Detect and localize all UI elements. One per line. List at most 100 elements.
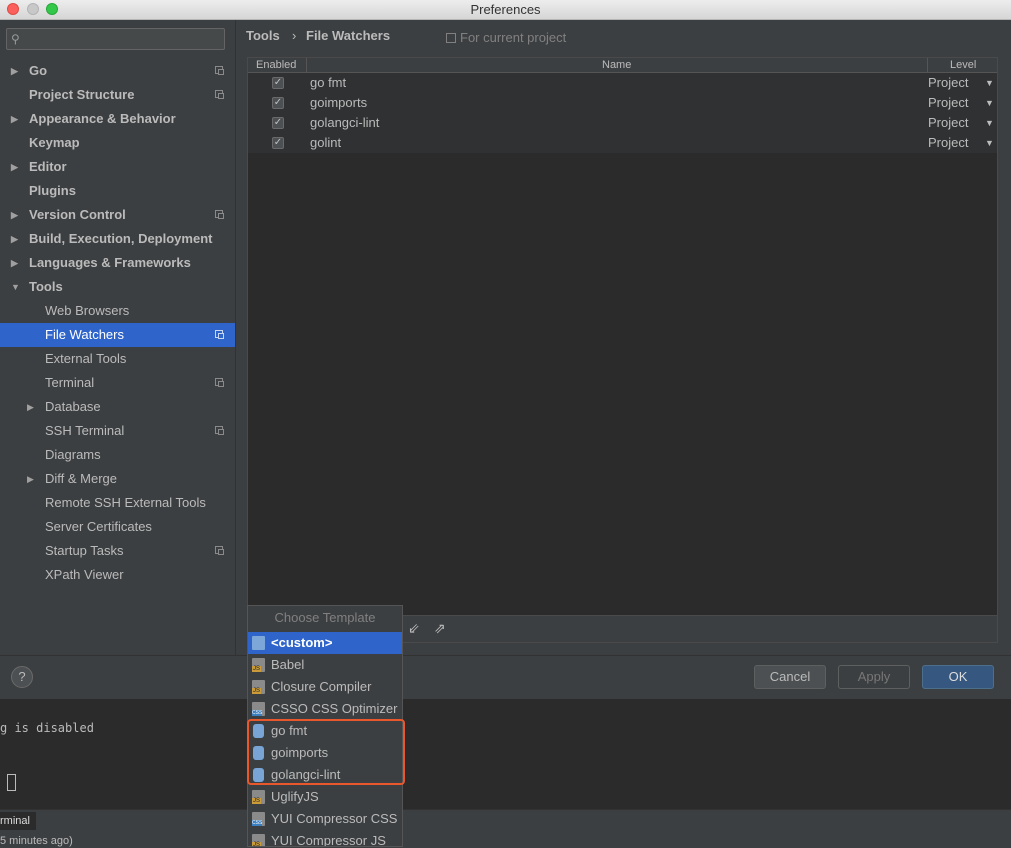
- template-item[interactable]: YUI Compressor CSS: [248, 808, 402, 830]
- sidebar-item-appearance-behavior[interactable]: ▶ Appearance & Behavior: [0, 107, 235, 131]
- sidebar-item-xpath-viewer[interactable]: XPath Viewer: [0, 563, 235, 587]
- sidebar-item-project-structure[interactable]: Project Structure: [0, 83, 235, 107]
- breadcrumb-parent[interactable]: Tools: [246, 28, 280, 43]
- chevron-down-icon[interactable]: ▼: [985, 113, 994, 133]
- sidebar-item-diff-merge[interactable]: ▶ Diff & Merge: [0, 467, 235, 491]
- sidebar-item-database[interactable]: ▶ Database: [0, 395, 235, 419]
- settings-search-input[interactable]: ⚲: [6, 28, 225, 50]
- chevron-right-icon[interactable]: ▶: [11, 155, 21, 179]
- sidebar-item-label: Startup Tasks: [45, 543, 124, 558]
- apply-button[interactable]: Apply: [838, 665, 910, 689]
- js-file-icon: [252, 790, 265, 804]
- template-item[interactable]: Babel: [248, 654, 402, 676]
- sidebar-item-version-control[interactable]: ▶ Version Control: [0, 203, 235, 227]
- watcher-level[interactable]: Project: [928, 113, 968, 133]
- sidebar-item-editor[interactable]: ▶ Editor: [0, 155, 235, 179]
- sidebar-item-label: Remote SSH External Tools: [45, 495, 206, 510]
- template-label: goimports: [271, 745, 329, 760]
- sidebar-item-languages-frameworks[interactable]: ▶ Languages & Frameworks: [0, 251, 235, 275]
- ok-button[interactable]: OK: [922, 665, 994, 689]
- sidebar-item-file-watchers[interactable]: File Watchers: [0, 323, 235, 347]
- template-label: YUI Compressor CSS: [271, 811, 398, 826]
- template-item[interactable]: CSSO CSS Optimizer: [248, 698, 402, 720]
- project-scope-icon: [215, 90, 224, 99]
- sidebar-item-keymap[interactable]: Keymap: [0, 131, 235, 155]
- sidebar-item-startup-tasks[interactable]: Startup Tasks: [0, 539, 235, 563]
- chevron-right-icon[interactable]: ▶: [11, 203, 21, 227]
- sidebar-item-tools[interactable]: ▼ Tools: [0, 275, 235, 299]
- sidebar-item-terminal[interactable]: Terminal: [0, 371, 235, 395]
- help-button[interactable]: ?: [11, 666, 33, 688]
- header-enabled[interactable]: Enabled: [256, 58, 296, 72]
- go-file-icon: [253, 746, 264, 760]
- chevron-down-icon[interactable]: ▼: [11, 275, 21, 299]
- enabled-checkbox[interactable]: ✓: [272, 77, 284, 89]
- chevron-down-icon[interactable]: ▼: [985, 133, 994, 153]
- js-file-icon: [252, 680, 265, 694]
- sidebar-item-label: Terminal: [45, 375, 95, 390]
- scope-label: For current project: [446, 30, 566, 45]
- sidebar-item-go[interactable]: ▶ Go: [0, 59, 235, 83]
- chevron-right-icon[interactable]: ▶: [11, 107, 21, 131]
- popup-title: Choose Template: [274, 610, 376, 625]
- chevron-right-icon[interactable]: ▶: [27, 395, 37, 419]
- export-icon[interactable]: ⇗: [434, 620, 446, 637]
- search-icon: ⚲: [11, 32, 20, 46]
- go-file-icon: [253, 768, 264, 782]
- header-level[interactable]: Level: [950, 58, 976, 72]
- project-scope-icon: [446, 32, 456, 43]
- css-file-icon: [252, 812, 265, 826]
- table-header: Enabled Name Level: [248, 58, 997, 73]
- watchers-table: Enabled Name Level ✓ go fmt Project ▼ ✓ goimp…: [247, 57, 998, 643]
- sidebar-item-remote-ssh-external-tools[interactable]: Remote SSH External Tools: [0, 491, 235, 515]
- chevron-right-icon[interactable]: ▶: [27, 467, 37, 491]
- terminal-tab[interactable]: rminal: [0, 812, 36, 830]
- sidebar-item-diagrams[interactable]: Diagrams: [0, 443, 235, 467]
- watcher-level[interactable]: Project: [928, 133, 968, 153]
- scope-text: For current project: [460, 30, 567, 45]
- table-row[interactable]: ✓ go fmt Project ▼: [248, 73, 997, 93]
- watcher-name: golint: [310, 135, 342, 150]
- chevron-right-icon[interactable]: ▶: [11, 59, 21, 83]
- header-name[interactable]: Name: [602, 58, 631, 72]
- watcher-name: golangci-lint: [310, 115, 380, 130]
- sidebar-item-label: SSH Terminal: [45, 423, 125, 438]
- template-label: golangci-lint: [271, 767, 341, 782]
- template-item[interactable]: <custom>: [248, 632, 402, 654]
- template-item[interactable]: goimports: [248, 742, 402, 764]
- sidebar-item-label: Project Structure: [29, 87, 135, 102]
- sidebar-item-label: Diagrams: [45, 447, 101, 462]
- chevron-right-icon[interactable]: ▶: [11, 251, 21, 275]
- project-scope-icon: [215, 330, 224, 339]
- sidebar-item-web-browsers[interactable]: Web Browsers: [0, 299, 235, 323]
- watcher-level[interactable]: Project: [928, 73, 968, 93]
- sidebar-item-label: Editor: [29, 159, 67, 174]
- sidebar-item-label: Go: [29, 63, 48, 78]
- sidebar-item-plugins[interactable]: Plugins: [0, 179, 235, 203]
- template-label: Babel: [271, 657, 305, 672]
- table-row[interactable]: ✓ golangci-lint Project ▼: [248, 113, 997, 133]
- template-item[interactable]: YUI Compressor JS: [248, 830, 402, 846]
- import-icon[interactable]: ⇙: [408, 620, 420, 637]
- dialog-button-bar: ? Cancel Apply OK: [0, 655, 1011, 699]
- sidebar-item-ssh-terminal[interactable]: SSH Terminal: [0, 419, 235, 443]
- template-item[interactable]: go fmt: [248, 720, 402, 742]
- project-scope-icon: [215, 66, 224, 75]
- sidebar-item-server-certificates[interactable]: Server Certificates: [0, 515, 235, 539]
- chevron-right-icon[interactable]: ▶: [11, 227, 21, 251]
- sidebar-item-label: Server Certificates: [45, 519, 152, 534]
- sidebar-item-external-tools[interactable]: External Tools: [0, 347, 235, 371]
- sidebar-item-build-execution-deployment[interactable]: ▶ Build, Execution, Deployment: [0, 227, 235, 251]
- template-item[interactable]: UglifyJS: [248, 786, 402, 808]
- table-row[interactable]: ✓ goimports Project ▼: [248, 93, 997, 113]
- chevron-down-icon[interactable]: ▼: [985, 93, 994, 113]
- enabled-checkbox[interactable]: ✓: [272, 137, 284, 149]
- table-row[interactable]: ✓ golint Project ▼: [248, 133, 997, 153]
- template-item[interactable]: golangci-lint: [248, 764, 402, 786]
- enabled-checkbox[interactable]: ✓: [272, 117, 284, 129]
- enabled-checkbox[interactable]: ✓: [272, 97, 284, 109]
- cancel-button[interactable]: Cancel: [754, 665, 826, 689]
- template-item[interactable]: Closure Compiler: [248, 676, 402, 698]
- watcher-level[interactable]: Project: [928, 93, 968, 113]
- chevron-down-icon[interactable]: ▼: [985, 73, 994, 93]
